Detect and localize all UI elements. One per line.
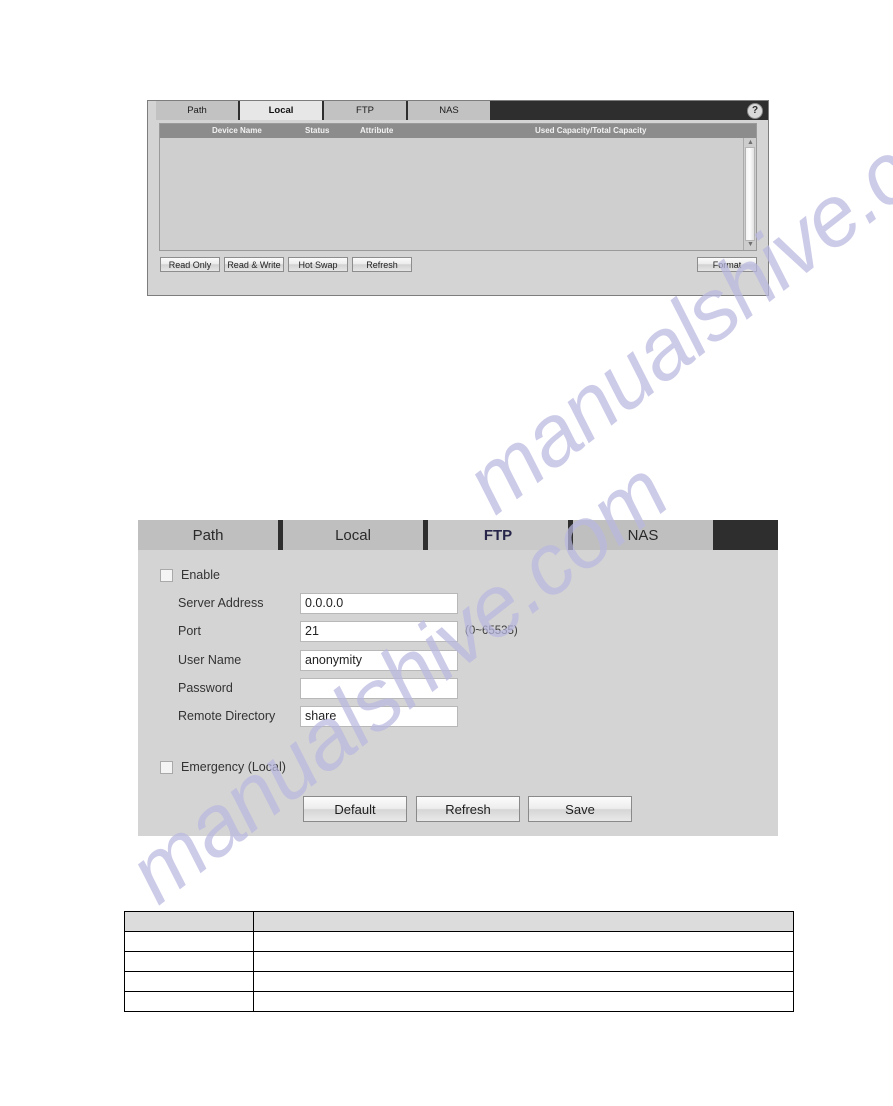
- server-address-label: Server Address: [178, 596, 264, 610]
- password-label: Password: [178, 681, 233, 695]
- column-status: Status: [305, 126, 330, 135]
- user-name-input[interactable]: [300, 649, 458, 671]
- ftp-settings-panel: Path Local FTP NAS Enable Server Address…: [138, 520, 778, 836]
- port-label: Port: [178, 624, 201, 638]
- scroll-down-icon[interactable]: ▼: [747, 241, 754, 248]
- hdd-list-body[interactable]: [160, 138, 743, 250]
- format-button[interactable]: Format: [697, 257, 757, 272]
- field-password: Password: [178, 677, 458, 699]
- hdd-list: Device Name Status Attribute Used Capaci…: [159, 123, 757, 251]
- field-server-address: Server Address: [178, 592, 458, 614]
- help-icon[interactable]: ?: [747, 103, 763, 119]
- table-header-cell-1: [253, 911, 794, 932]
- remote-directory-input[interactable]: [300, 705, 458, 727]
- port-input[interactable]: [300, 620, 458, 642]
- table-header-cell-0: [124, 911, 254, 932]
- emergency-checkbox[interactable]: [160, 760, 173, 774]
- tab-ftp-label: FTP: [356, 105, 374, 116]
- save-button[interactable]: Save: [528, 796, 632, 822]
- table-header-row: [124, 911, 794, 932]
- tab-nas-label: NAS: [439, 105, 459, 116]
- ftp-form: Enable Server Address Port (0~65535) Use…: [138, 550, 778, 836]
- server-address-input[interactable]: [300, 592, 458, 614]
- refresh-button[interactable]: Refresh: [416, 796, 520, 822]
- tab-path-label: Path: [187, 105, 207, 116]
- field-port: Port (0~65535): [178, 620, 518, 642]
- tab-nas[interactable]: NAS: [573, 520, 718, 550]
- enable-checkbox[interactable]: [160, 568, 173, 582]
- enable-label: Enable: [181, 568, 220, 582]
- hdd-list-header: Device Name Status Attribute Used Capaci…: [160, 124, 756, 138]
- local-panel-tabbar: Path Local FTP NAS ?: [156, 101, 768, 120]
- ftp-panel-tabbar: Path Local FTP NAS: [138, 520, 778, 550]
- table-cell: [124, 951, 254, 972]
- field-remote-directory: Remote Directory: [178, 705, 458, 727]
- column-attribute: Attribute: [360, 126, 394, 135]
- table-row: [124, 991, 794, 1012]
- tab-path-label: Path: [192, 526, 224, 544]
- port-range-hint: (0~65535): [465, 625, 518, 637]
- table-row: [124, 931, 794, 952]
- table-cell: [253, 931, 794, 952]
- table-row: [124, 971, 794, 992]
- password-input[interactable]: [300, 677, 458, 699]
- tab-local-label: Local: [268, 105, 294, 116]
- parameter-description-table: [124, 911, 794, 1012]
- tab-local[interactable]: Local: [240, 101, 324, 120]
- tab-ftp[interactable]: FTP: [324, 101, 408, 120]
- enable-checkbox-row[interactable]: Enable: [160, 568, 220, 582]
- table-cell: [124, 971, 254, 992]
- tab-nas-label: NAS: [627, 526, 659, 544]
- scroll-up-icon[interactable]: ▲: [747, 139, 754, 146]
- table-cell: [253, 971, 794, 992]
- remote-directory-label: Remote Directory: [178, 709, 276, 723]
- tab-local-label: Local: [335, 526, 371, 544]
- table-cell: [253, 991, 794, 1012]
- emergency-checkbox-row[interactable]: Emergency (Local): [160, 760, 286, 774]
- tab-path[interactable]: Path: [138, 520, 283, 550]
- table-cell: [253, 951, 794, 972]
- local-storage-panel: Path Local FTP NAS ? Device Name Status …: [147, 100, 769, 296]
- tab-ftp-label: FTP: [483, 526, 513, 544]
- table-cell: [124, 931, 254, 952]
- tab-ftp[interactable]: FTP: [428, 520, 573, 550]
- column-device-name: Device Name: [212, 126, 262, 135]
- tab-nas[interactable]: NAS: [408, 101, 492, 120]
- column-used-total-capacity: Used Capacity/Total Capacity: [535, 126, 647, 135]
- scrollbar-thumb[interactable]: [745, 147, 755, 241]
- refresh-button[interactable]: Refresh: [352, 257, 412, 272]
- user-name-label: User Name: [178, 653, 242, 667]
- hdd-list-scrollbar[interactable]: ▲ ▼: [743, 138, 756, 250]
- emergency-label: Emergency (Local): [181, 760, 286, 774]
- table-cell: [124, 991, 254, 1012]
- tab-local[interactable]: Local: [283, 520, 428, 550]
- table-row: [124, 951, 794, 972]
- hot-swap-button[interactable]: Hot Swap: [288, 257, 348, 272]
- read-write-button[interactable]: Read & Write: [224, 257, 284, 272]
- field-user-name: User Name: [178, 649, 458, 671]
- tab-path[interactable]: Path: [156, 101, 240, 120]
- default-button[interactable]: Default: [303, 796, 407, 822]
- read-only-button[interactable]: Read Only: [160, 257, 220, 272]
